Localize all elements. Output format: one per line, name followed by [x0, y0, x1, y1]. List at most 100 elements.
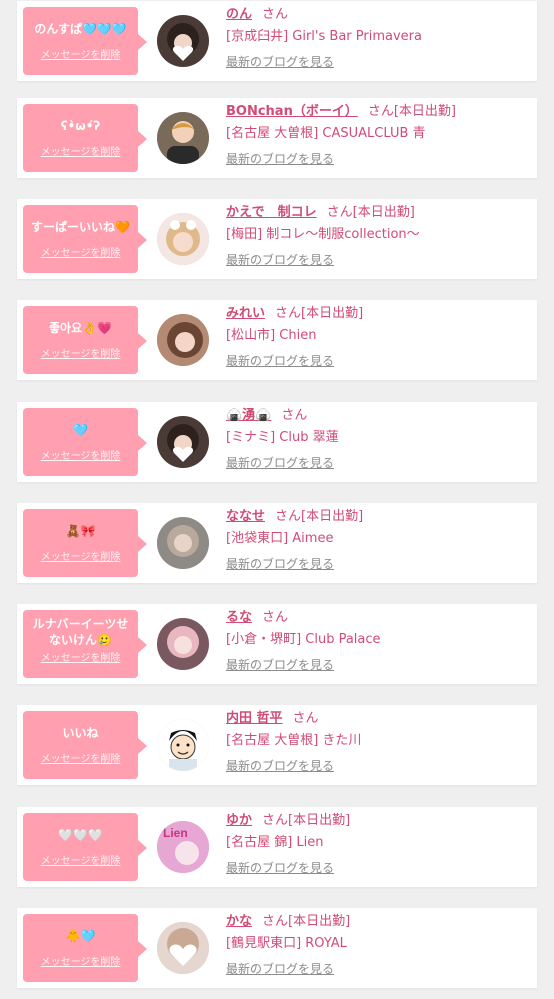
- delete-message-link[interactable]: メッセージを削除: [23, 46, 138, 61]
- message-text: 🤍🤍🤍: [58, 828, 103, 842]
- message-bubble: ルナバーイーツせないけん🥲 メッセージを削除: [23, 610, 147, 678]
- message-card: 좋아요👌💗 メッセージを削除 みれい さん[本日出勤] [松山市] Chien 最新のブロ…: [17, 300, 537, 380]
- cast-info: るな さん [小倉・堺町] Club Palace 最新のブログを見る: [226, 609, 536, 673]
- cast-info: のん さん [京成臼井] Girl's Bar Primavera 最新のブログを見る: [226, 6, 536, 70]
- delete-message-link[interactable]: メッセージを削除: [23, 750, 138, 765]
- store-location: [名古屋 大曽根] CASUALCLUB 青: [226, 126, 426, 141]
- store-location: [名古屋 錦] Lien: [226, 835, 324, 850]
- cast-name-link[interactable]: るな: [226, 610, 252, 625]
- message-card: 🧸🎀 メッセージを削除 ななせ さん[本日出勤] [池袋東口] Aimee 最新のブログを…: [17, 503, 537, 583]
- message-text: 🐥🩵: [65, 929, 96, 943]
- cast-name-link[interactable]: かな: [226, 914, 252, 929]
- delete-message-link[interactable]: メッセージを削除: [23, 548, 138, 563]
- avatar[interactable]: [157, 618, 209, 670]
- honorific-label: さん: [281, 408, 308, 423]
- avatar[interactable]: [157, 719, 209, 771]
- work-status-badge: [本日出勤]: [301, 306, 364, 321]
- work-status-badge: [本日出勤]: [352, 205, 415, 220]
- delete-message-link[interactable]: メッセージを削除: [23, 953, 138, 968]
- latest-blog-link[interactable]: 最新のブログを見る: [226, 252, 334, 268]
- avatar[interactable]: Lien: [157, 821, 209, 873]
- cast-name-link[interactable]: ゆか: [226, 813, 252, 828]
- latest-blog-link[interactable]: 最新のブログを見る: [226, 151, 334, 167]
- avatar[interactable]: [157, 922, 209, 974]
- message-card: ʕ•̀ω•́ʔ メッセージを削除 BONchan（ボーイ） さん[本日出勤] [名古屋 …: [17, 98, 537, 178]
- cast-name-link[interactable]: みれい: [226, 306, 265, 321]
- message-text: 🧸🎀: [65, 524, 96, 538]
- avatar[interactable]: [157, 314, 209, 366]
- name-line: BONchan（ボーイ） さん[本日出勤]: [226, 103, 536, 121]
- message-text: のんすぱ🩵🩵🩵: [34, 22, 127, 36]
- store-location: [鶴見駅東口] ROYAL: [226, 936, 347, 951]
- honorific-label: さん: [275, 509, 302, 524]
- message-card: ルナバーイーツせないけん🥲 メッセージを削除 るな さん [小倉・堺町] Club Pa…: [17, 604, 537, 684]
- name-line: 内田 哲平 さん: [226, 710, 536, 728]
- delete-message-link[interactable]: メッセージを削除: [23, 649, 138, 664]
- store-location: [小倉・堺町] Club Palace: [226, 632, 381, 647]
- avatar[interactable]: [157, 517, 209, 569]
- message-text: 좋아요👌💗: [48, 321, 112, 335]
- message-card: 🤍🤍🤍 メッセージを削除 Lien ゆか さん[本日出勤] [名古屋 錦] Lien 最新の…: [17, 807, 537, 887]
- message-card: いいねメッセージを削除 内田 哲平 さん [名古屋 大曽根] きた川 最新のブログを見る: [17, 705, 537, 785]
- name-line: かな さん[本日出勤]: [226, 913, 536, 931]
- latest-blog-link[interactable]: 最新のブログを見る: [226, 455, 334, 471]
- message-bubble: いいねメッセージを削除: [23, 711, 147, 779]
- cast-info: ななせ さん[本日出勤] [池袋東口] Aimee 最新のブログを見る: [226, 508, 536, 572]
- name-line: みれい さん[本日出勤]: [226, 305, 536, 323]
- store-location: [ミナミ] Club 翠蓮: [226, 430, 339, 445]
- latest-blog-link[interactable]: 最新のブログを見る: [226, 961, 334, 977]
- message-card: 🩵 メッセージを削除 🍙湧🍙 さん [ミナミ] Club 翠蓮 最新のブログを見る: [17, 402, 537, 482]
- cast-info: ゆか さん[本日出勤] [名古屋 錦] Lien 最新のブログを見る: [226, 812, 536, 876]
- name-line: のん さん: [226, 6, 536, 24]
- message-text: ルナバーイーツせないけん🥲: [32, 617, 129, 647]
- cast-name-link[interactable]: のん: [226, 7, 252, 22]
- message-bubble: 🧸🎀 メッセージを削除: [23, 509, 147, 577]
- cast-name-link[interactable]: 🍙湧🍙: [226, 408, 271, 423]
- latest-blog-link[interactable]: 最新のブログを見る: [226, 353, 334, 369]
- avatar[interactable]: [157, 416, 209, 468]
- delete-message-link[interactable]: メッセージを削除: [23, 143, 138, 158]
- message-bubble: 🐥🩵 メッセージを削除: [23, 914, 147, 982]
- message-card: すーぱーいいね🧡 メッセージを削除 かえで 制コレ さん[本日出勤] [梅田] 制コレ〜…: [17, 199, 537, 279]
- latest-blog-link[interactable]: 最新のブログを見る: [226, 556, 334, 572]
- honorific-label: さん: [292, 711, 319, 726]
- cast-name-link[interactable]: かえで 制コレ: [226, 205, 317, 220]
- cast-name-link[interactable]: BONchan（ボーイ）: [226, 104, 358, 119]
- delete-message-link[interactable]: メッセージを削除: [23, 244, 138, 259]
- avatar[interactable]: [157, 112, 209, 164]
- message-bubble: 🤍🤍🤍 メッセージを削除: [23, 813, 147, 881]
- avatar[interactable]: [157, 213, 209, 265]
- message-text: いいね: [62, 726, 99, 740]
- delete-message-link[interactable]: メッセージを削除: [23, 852, 138, 867]
- store-location: [梅田] 制コレ〜制服collection〜: [226, 227, 420, 242]
- delete-message-link[interactable]: メッセージを削除: [23, 447, 138, 462]
- message-bubble: ʕ•̀ω•́ʔ メッセージを削除: [23, 104, 147, 172]
- message-text: ʕ•̀ω•́ʔ: [60, 119, 101, 133]
- cast-info: 🍙湧🍙 さん [ミナミ] Club 翠蓮 最新のブログを見る: [226, 407, 536, 471]
- cast-name-link[interactable]: ななせ: [226, 509, 265, 524]
- message-card: のんすぱ🩵🩵🩵 メッセージを削除 のん さん [京成臼井] Girl's Bar Pri…: [17, 1, 537, 81]
- latest-blog-link[interactable]: 最新のブログを見る: [226, 860, 334, 876]
- honorific-label: さん: [326, 205, 353, 220]
- cast-info: かえで 制コレ さん[本日出勤] [梅田] 制コレ〜制服collection〜 最新の…: [226, 204, 536, 268]
- cast-info: みれい さん[本日出勤] [松山市] Chien 最新のブログを見る: [226, 305, 536, 369]
- message-bubble: 좋아요👌💗 メッセージを削除: [23, 306, 147, 374]
- svg-text:Lien: Lien: [163, 826, 188, 840]
- name-line: ゆか さん[本日出勤]: [226, 812, 536, 830]
- message-bubble: 🩵 メッセージを削除: [23, 408, 147, 476]
- work-status-badge: [本日出勤]: [288, 914, 351, 929]
- cast-info: かな さん[本日出勤] [鶴見駅東口] ROYAL 最新のブログを見る: [226, 913, 536, 977]
- name-line: るな さん: [226, 609, 536, 627]
- avatar[interactable]: [157, 15, 209, 67]
- honorific-label: さん: [367, 104, 394, 119]
- latest-blog-link[interactable]: 最新のブログを見る: [226, 54, 334, 70]
- work-status-badge: [本日出勤]: [393, 104, 457, 119]
- latest-blog-link[interactable]: 最新のブログを見る: [226, 758, 334, 774]
- cast-name-link[interactable]: 内田 哲平: [226, 711, 283, 726]
- name-line: かえで 制コレ さん[本日出勤]: [226, 204, 536, 222]
- cast-info: 内田 哲平 さん [名古屋 大曽根] きた川 最新のブログを見る: [226, 710, 536, 774]
- honorific-label: さん: [275, 306, 302, 321]
- delete-message-link[interactable]: メッセージを削除: [23, 345, 138, 360]
- cast-info: BONchan（ボーイ） さん[本日出勤] [名古屋 大曽根] CASUALCLUB…: [226, 103, 536, 167]
- latest-blog-link[interactable]: 最新のブログを見る: [226, 657, 334, 673]
